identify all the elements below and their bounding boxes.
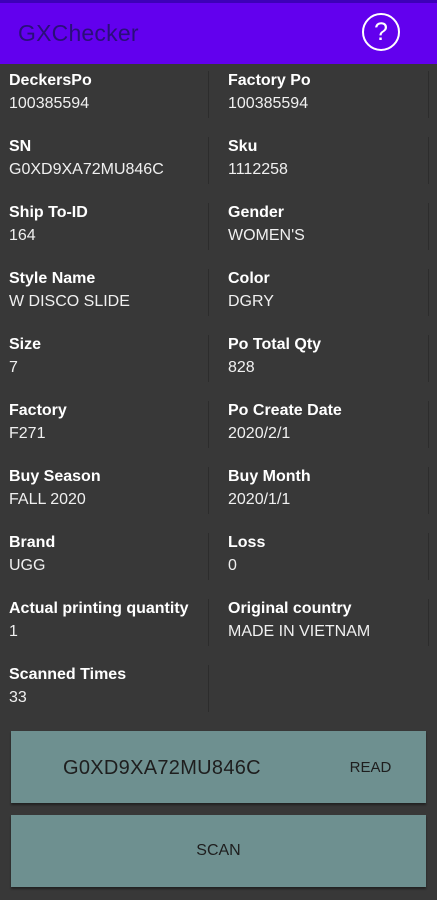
column-divider (428, 467, 429, 514)
column-divider (208, 335, 209, 382)
info-row: Ship To-ID 164 Gender WOMEN'S (0, 196, 437, 262)
info-row: DeckersPo 100385594 Factory Po 100385594 (0, 64, 437, 130)
column-divider (208, 599, 209, 646)
field-value: DGRY (228, 293, 274, 310)
field-label: Scanned Times (9, 666, 127, 683)
field-original-country: Original country MADE IN VIETNAM (228, 592, 428, 658)
column-divider (208, 401, 209, 448)
field-empty (228, 658, 428, 724)
field-value: WOMEN'S (228, 227, 305, 244)
column-divider (208, 665, 209, 712)
field-label: Brand (9, 534, 56, 551)
field-label: Ship To-ID (9, 204, 88, 221)
field-brand: Brand UGG (9, 526, 205, 592)
app-bar: GXChecker ? (0, 0, 437, 64)
field-value: 7 (9, 359, 18, 376)
column-divider (428, 533, 429, 580)
field-value: 2020/1/1 (228, 491, 291, 508)
field-po-total-qty: Po Total Qty 828 (228, 328, 428, 394)
column-divider (428, 335, 429, 382)
field-value: W DISCO SLIDE (9, 293, 130, 310)
field-deckers-po: DeckersPo 100385594 (9, 64, 205, 130)
info-row: Scanned Times 33 (0, 658, 437, 724)
field-sku: Sku 1112258 (228, 130, 428, 196)
field-value: 2020/2/1 (228, 425, 291, 442)
field-value: G0XD9XA72MU846C (9, 161, 164, 178)
field-actual-printing-quantity: Actual printing quantity 1 (9, 592, 205, 658)
field-value: 100385594 (228, 95, 309, 112)
scan-button-label: SCAN (196, 842, 241, 859)
field-size: Size 7 (9, 328, 205, 394)
field-gender: Gender WOMEN'S (228, 196, 428, 262)
field-value: 33 (9, 689, 27, 706)
field-factory: Factory F271 (9, 394, 205, 460)
field-buy-month: Buy Month 2020/1/1 (228, 460, 428, 526)
field-value: 828 (228, 359, 255, 376)
field-value: MADE IN VIETNAM (228, 623, 371, 640)
column-divider (428, 203, 429, 250)
help-icon: ? (374, 17, 388, 46)
field-label: Factory (9, 402, 67, 419)
column-divider (208, 71, 209, 118)
field-label: Loss (228, 534, 266, 551)
field-label: Buy Season (9, 468, 101, 485)
field-loss: Loss 0 (228, 526, 428, 592)
app-title: GXChecker (18, 20, 139, 46)
field-label: Sku (228, 138, 258, 155)
read-button[interactable]: READ (315, 731, 426, 803)
field-label: Gender (228, 204, 285, 221)
column-divider (208, 203, 209, 250)
info-row: Size 7 Po Total Qty 828 (0, 328, 437, 394)
field-value: 100385594 (9, 95, 90, 112)
info-row: Actual printing quantity 1 Original coun… (0, 592, 437, 658)
column-divider (428, 599, 429, 646)
field-label: Actual printing quantity (9, 600, 189, 617)
serial-number-panel: G0XD9XA72MU846C READ (11, 731, 426, 803)
field-label: Size (9, 336, 42, 353)
info-row: Buy Season FALL 2020 Buy Month 2020/1/1 (0, 460, 437, 526)
field-value: 164 (9, 227, 36, 244)
column-divider (208, 137, 209, 184)
field-label: SN (9, 138, 32, 155)
field-label: Color (228, 270, 270, 287)
field-sn: SN G0XD9XA72MU846C (9, 130, 205, 196)
field-label: Buy Month (228, 468, 311, 485)
info-row: Brand UGG Loss 0 (0, 526, 437, 592)
field-value: 1112258 (228, 161, 288, 178)
field-buy-season: Buy Season FALL 2020 (9, 460, 205, 526)
field-value: UGG (9, 557, 46, 574)
field-label: Style Name (9, 270, 96, 287)
info-row: Factory F271 Po Create Date 2020/2/1 (0, 394, 437, 460)
help-button[interactable]: ? (362, 13, 400, 51)
field-value: 1 (9, 623, 18, 640)
column-divider (208, 533, 209, 580)
field-po-create-date: Po Create Date 2020/2/1 (228, 394, 428, 460)
field-style-name: Style Name W DISCO SLIDE (9, 262, 205, 328)
field-value: 0 (228, 557, 237, 574)
scan-button[interactable]: SCAN (11, 815, 426, 887)
column-divider (428, 71, 429, 118)
field-label: Factory Po (228, 72, 311, 89)
field-factory-po: Factory Po 100385594 (228, 64, 428, 130)
column-divider (428, 401, 429, 448)
field-scanned-times: Scanned Times 33 (9, 658, 205, 724)
info-grid: DeckersPo 100385594 Factory Po 100385594… (0, 64, 437, 724)
field-label: Original country (228, 600, 352, 617)
info-row: SN G0XD9XA72MU846C Sku 1112258 (0, 130, 437, 196)
field-value: FALL 2020 (9, 491, 86, 508)
column-divider (428, 269, 429, 316)
field-label: Po Create Date (228, 402, 342, 419)
info-row: Style Name W DISCO SLIDE Color DGRY (0, 262, 437, 328)
field-color: Color DGRY (228, 262, 428, 328)
column-divider (208, 269, 209, 316)
column-divider (208, 467, 209, 514)
field-label: Po Total Qty (228, 336, 322, 353)
field-value: F271 (9, 425, 46, 442)
read-button-label: READ (349, 758, 392, 776)
field-label: DeckersPo (9, 72, 92, 89)
column-divider (428, 137, 429, 184)
field-ship-to-id: Ship To-ID 164 (9, 196, 205, 262)
serial-number-input[interactable]: G0XD9XA72MU846C (63, 757, 261, 780)
